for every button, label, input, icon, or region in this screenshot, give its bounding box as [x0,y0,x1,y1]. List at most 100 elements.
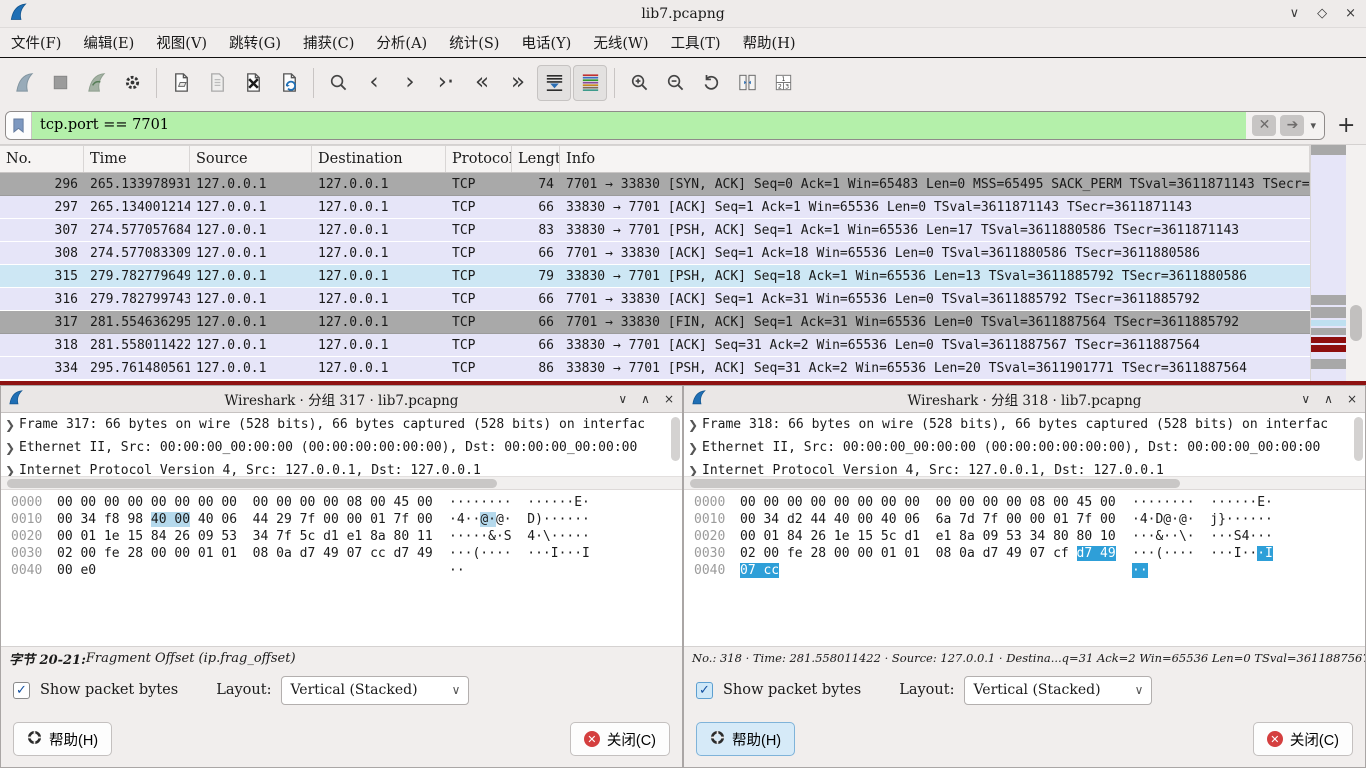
open-file-icon[interactable] [164,65,198,101]
layout-select[interactable]: Vertical (Stacked)∨ [964,676,1152,705]
display-filter-input[interactable] [32,112,1246,139]
go-first-icon[interactable]: « [465,65,499,101]
menu-item-8[interactable]: 电话(Y) [510,29,582,56]
expander-chevron-icon[interactable]: ❯ [1,418,19,432]
menu-item-1[interactable]: 文件(F) [0,29,72,56]
find-packet-icon[interactable] [321,65,355,101]
expander-chevron-icon[interactable]: ❯ [684,441,702,455]
maximize-button[interactable]: ◇ [1317,6,1327,21]
menu-item-9[interactable]: 无线(W) [582,29,659,56]
close-button[interactable]: × [1345,6,1356,21]
menu-item-10[interactable]: 工具(T) [660,29,732,56]
hex-dump-pane[interactable]: 000000 00 00 00 00 00 00 00 00 00 00 00 … [684,490,1365,646]
packet-row-318[interactable]: 318281.558011422127.0.0.1127.0.0.1TCP663… [0,334,1310,357]
tree-horizontal-scrollbar[interactable] [684,477,1365,490]
menu-item-11[interactable]: 帮助(H) [732,29,807,56]
go-forward-icon[interactable]: › [393,65,427,101]
packet-row-334[interactable]: 334295.761480561127.0.0.1127.0.0.1TCP863… [0,357,1310,380]
show-packet-bytes-checkbox[interactable]: ✓ [13,682,30,699]
filter-apply-button[interactable]: ➔ [1280,115,1304,136]
tree-row-1[interactable]: ❯Frame 318: 66 bytes on wire (528 bits),… [684,413,1365,436]
tree-scrollbar-thumb[interactable] [671,417,680,461]
menu-item-2[interactable]: 编辑(E) [72,29,145,56]
column-header-destination[interactable]: Destination [312,146,446,172]
filter-bookmark-icon[interactable] [6,112,32,139]
scrollbar-thumb[interactable] [1350,305,1362,341]
menu-item-4[interactable]: 跳转(G) [218,29,292,56]
expander-chevron-icon[interactable]: ❯ [1,441,19,455]
packet-row-315[interactable]: 315279.782779649127.0.0.1127.0.0.1TCP793… [0,265,1310,288]
go-back-icon[interactable]: ‹ [357,65,391,101]
column-header-no[interactable]: No. [0,146,84,172]
auto-scroll-icon[interactable] [537,65,571,101]
close-button[interactable]: ✕关闭(C) [1253,722,1353,756]
zoom-out-icon[interactable] [658,65,692,101]
maximize-button[interactable]: ∧ [641,392,650,406]
expander-chevron-icon[interactable]: ❯ [684,464,702,478]
column-header-source[interactable]: Source [190,146,312,172]
reload-file-icon[interactable] [272,65,306,101]
start-capture-icon[interactable] [7,65,41,101]
close-button[interactable]: × [1347,392,1357,406]
resize-columns-icon[interactable] [730,65,764,101]
minimize-button[interactable]: ∨ [618,392,627,406]
menu-item-5[interactable]: 捕获(C) [292,29,365,56]
zoom-reset-icon[interactable] [694,65,728,101]
layout-select[interactable]: Vertical (Stacked)∨ [281,676,469,705]
stop-capture-icon[interactable] [43,65,77,101]
hscrollbar-thumb[interactable] [7,479,497,488]
hex-row-0020[interactable]: 002000 01 1e 15 84 26 09 53 34 7f 5c d1 … [11,529,682,546]
packet-list-scrollbar[interactable] [1346,145,1366,381]
hscrollbar-thumb[interactable] [690,479,1180,488]
close-button[interactable]: × [664,392,674,406]
expander-chevron-icon[interactable]: ❯ [684,418,702,432]
go-last-icon[interactable]: » [501,65,535,101]
packet-row-307[interactable]: 307274.577057684127.0.0.1127.0.0.1TCP833… [0,219,1310,242]
tree-row-3[interactable]: ❯Internet Protocol Version 4, Src: 127.0… [1,459,682,477]
packet-row-296[interactable]: 296265.133978931127.0.0.1127.0.0.1TCP747… [0,173,1310,196]
filter-add-button[interactable]: + [1337,113,1355,138]
maximize-button[interactable]: ∧ [1324,392,1333,406]
close-file-icon[interactable] [236,65,270,101]
column-header-time[interactable]: Time [84,146,190,172]
hex-row-0040[interactable]: 004007 cc·· [694,563,1365,580]
hex-row-0010[interactable]: 001000 34 d2 44 40 00 40 06 6a 7d 7f 00 … [694,512,1365,529]
hex-row-0030[interactable]: 003002 00 fe 28 00 00 01 01 08 0a d7 49 … [11,546,682,563]
column-header-length[interactable]: Length [512,146,560,172]
hex-row-0040[interactable]: 004000 e0·· [11,563,682,580]
help-button[interactable]: 帮助(H) [696,722,795,756]
capture-options-icon[interactable] [115,65,149,101]
minimize-button[interactable]: ∨ [1290,6,1300,21]
hex-row-0000[interactable]: 000000 00 00 00 00 00 00 00 00 00 00 00 … [11,495,682,512]
go-to-packet-icon[interactable]: ›· [429,65,463,101]
packet-row-308[interactable]: 308274.577083309127.0.0.1127.0.0.1TCP667… [0,242,1310,265]
hex-row-0010[interactable]: 001000 34 f8 98 40 00 40 06 44 29 7f 00 … [11,512,682,529]
save-file-icon[interactable] [200,65,234,101]
hex-dump-pane[interactable]: 000000 00 00 00 00 00 00 00 00 00 00 00 … [1,490,682,646]
restart-capture-icon[interactable] [79,65,113,101]
menu-item-7[interactable]: 统计(S) [438,29,510,56]
tree-row-1[interactable]: ❯Frame 317: 66 bytes on wire (528 bits),… [1,413,682,436]
menu-item-3[interactable]: 视图(V) [145,29,218,56]
filter-dropdown-icon[interactable]: ▾ [1308,119,1318,132]
tree-horizontal-scrollbar[interactable] [1,477,682,490]
packet-row-317[interactable]: 317281.554636295127.0.0.1127.0.0.1TCP667… [0,311,1310,334]
tree-scrollbar-thumb[interactable] [1354,417,1363,461]
hex-row-0000[interactable]: 000000 00 00 00 00 00 00 00 00 00 00 00 … [694,495,1365,512]
menu-item-6[interactable]: 分析(A) [365,29,438,56]
tree-row-2[interactable]: ❯Ethernet II, Src: 00:00:00_00:00:00 (00… [1,436,682,459]
show-packet-bytes-checkbox[interactable]: ✓ [696,682,713,699]
packet-row-297[interactable]: 297265.134001214127.0.0.1127.0.0.1TCP663… [0,196,1310,219]
column-header-protocol[interactable]: Protocol [446,146,512,172]
close-button[interactable]: ✕关闭(C) [570,722,670,756]
colorize-packets-icon[interactable] [573,65,607,101]
tree-row-3[interactable]: ❯Internet Protocol Version 4, Src: 127.0… [684,459,1365,477]
column-header-info[interactable]: Info [560,146,1310,172]
tree-row-2[interactable]: ❯Ethernet II, Src: 00:00:00_00:00:00 (00… [684,436,1365,459]
zoom-in-icon[interactable] [622,65,656,101]
hex-row-0020[interactable]: 002000 01 84 26 1e 15 5c d1 e1 8a 09 53 … [694,529,1365,546]
hex-row-0030[interactable]: 003002 00 fe 28 00 00 01 01 08 0a d7 49 … [694,546,1365,563]
expander-chevron-icon[interactable]: ❯ [1,464,19,478]
minimize-button[interactable]: ∨ [1301,392,1310,406]
intelligent-scrollbar-map[interactable] [1310,145,1346,381]
